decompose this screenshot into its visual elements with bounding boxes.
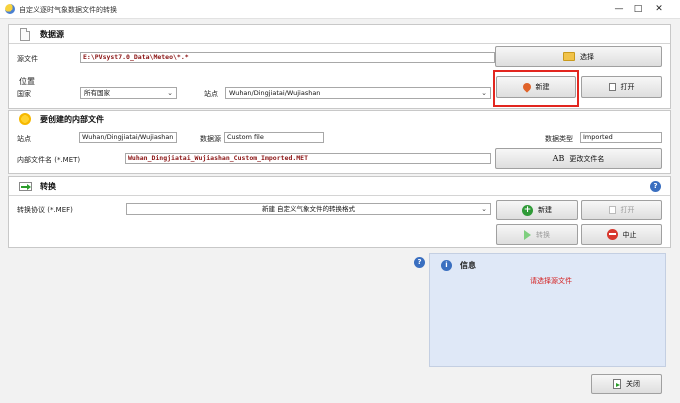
close-label: 关闭 bbox=[626, 380, 640, 388]
close-button[interactable]: 关闭 bbox=[591, 374, 662, 394]
internal-filename-label: 内部文件名 (*.MET) bbox=[17, 156, 81, 164]
info-icon: i bbox=[441, 260, 452, 271]
info-message: 请选择源文件 bbox=[530, 277, 572, 285]
internal-panel-header: 要创建的内部文件 bbox=[9, 111, 670, 130]
folder-icon bbox=[563, 52, 575, 61]
protocol-select-value: 新建 自定义气象文件的转换格式 bbox=[261, 205, 356, 213]
search-document-icon bbox=[608, 206, 616, 214]
data-source-field[interactable]: Custom file bbox=[224, 132, 324, 143]
play-icon bbox=[524, 229, 531, 240]
abort-button[interactable]: 中止 bbox=[581, 224, 662, 245]
data-source-label: 数据源 bbox=[200, 135, 221, 143]
open-site-label: 打开 bbox=[620, 83, 635, 91]
location-pin-icon bbox=[520, 81, 533, 93]
window-title: 自定义逐时气象数据文件的转换 bbox=[19, 6, 117, 14]
choose-file-label: 选择 bbox=[580, 52, 594, 61]
convert-button[interactable]: 转换 bbox=[496, 224, 578, 245]
data-type-label: 数据类型 bbox=[545, 135, 573, 143]
help-icon[interactable]: ? bbox=[650, 181, 661, 192]
app-icon bbox=[5, 4, 15, 14]
source-file-label: 源文件 bbox=[17, 55, 38, 63]
country-label: 国家 bbox=[17, 90, 31, 98]
new-protocol-button[interactable]: + 新建 bbox=[496, 200, 578, 220]
maximize-button[interactable]: □ bbox=[629, 2, 647, 16]
chevron-down-icon: ⌄ bbox=[481, 89, 487, 97]
sun-icon bbox=[19, 113, 31, 125]
new-protocol-label: 新建 bbox=[538, 206, 552, 214]
choose-file-button[interactable]: 选择 bbox=[495, 46, 662, 67]
rename-file-label: 更改文件名 bbox=[569, 154, 605, 163]
help-icon[interactable]: ? bbox=[414, 257, 425, 268]
close-window-button[interactable]: ✕ bbox=[650, 2, 668, 16]
internal-site-label: 站点 bbox=[17, 135, 31, 143]
plus-icon: + bbox=[522, 204, 533, 216]
country-select-value: 所有国家 bbox=[84, 89, 110, 97]
site-label: 站点 bbox=[204, 90, 218, 98]
internal-filename-field[interactable]: Wuhan_Dingjiatai_Wujiashan_Custom_Import… bbox=[125, 153, 491, 164]
conversion-panel-header: 转换 bbox=[9, 177, 670, 196]
chevron-down-icon: ⌄ bbox=[167, 89, 173, 97]
source-panel-header: 数据源 bbox=[9, 25, 670, 44]
site-select-value: Wuhan/Dingjiatai/Wujiashan bbox=[229, 89, 321, 97]
open-site-button[interactable]: 打开 bbox=[581, 76, 662, 98]
chevron-down-icon: ⌄ bbox=[481, 205, 487, 213]
data-type-field[interactable]: Imported bbox=[580, 132, 662, 143]
new-site-label: 新建 bbox=[535, 83, 550, 91]
info-panel: i 信息 请选择源文件 bbox=[429, 253, 666, 367]
source-file-field[interactable]: E:\PVsyst7.0_Data\Meteo\*.* bbox=[80, 52, 495, 63]
protocol-label: 转换协议 (*.MEF) bbox=[17, 206, 73, 214]
title-bar: 自定义逐时气象数据文件的转换 — □ ✕ bbox=[0, 0, 680, 19]
stop-icon bbox=[606, 229, 618, 240]
internal-panel-title: 要创建的内部文件 bbox=[40, 115, 104, 124]
convert-label: 转换 bbox=[536, 230, 550, 239]
rename-icon: AB bbox=[552, 154, 565, 163]
info-title: 信息 bbox=[460, 261, 476, 270]
protocol-select[interactable]: 新建 自定义气象文件的转换格式 ⌄ bbox=[126, 203, 491, 215]
exit-door-icon bbox=[613, 379, 621, 389]
internal-site-field[interactable]: Wuhan/Dingjiatai/Wujiashan bbox=[79, 132, 177, 143]
open-protocol-button[interactable]: 打开 bbox=[581, 200, 662, 220]
rename-file-button[interactable]: AB 更改文件名 bbox=[495, 148, 662, 169]
abort-label: 中止 bbox=[622, 230, 637, 239]
convert-arrow-icon bbox=[19, 182, 32, 191]
open-protocol-label: 打开 bbox=[620, 206, 635, 214]
search-document-icon bbox=[608, 83, 616, 91]
site-select[interactable]: Wuhan/Dingjiatai/Wujiashan ⌄ bbox=[225, 87, 491, 99]
location-label: 位置 bbox=[19, 77, 35, 86]
country-select[interactable]: 所有国家 ⌄ bbox=[80, 87, 177, 99]
minimize-button[interactable]: — bbox=[610, 2, 628, 16]
source-panel-title: 数据源 bbox=[40, 30, 64, 39]
document-icon bbox=[20, 28, 30, 41]
new-site-button[interactable]: 新建 bbox=[496, 76, 576, 98]
conversion-panel-title: 转换 bbox=[40, 182, 56, 191]
